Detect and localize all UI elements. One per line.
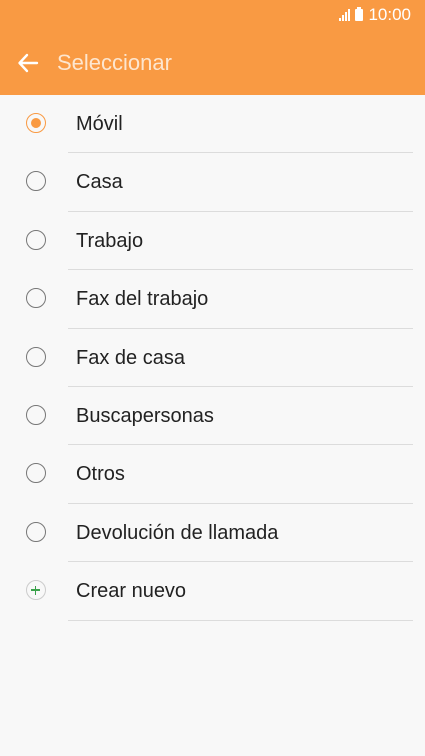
option-label: Fax del trabajo	[76, 288, 209, 311]
option-label: Devolución de llamada	[76, 521, 279, 544]
option-label: Buscapersonas	[76, 404, 214, 427]
option-trabajo[interactable]: Trabajo	[0, 212, 425, 271]
status-time: 10:00	[368, 5, 411, 24]
option-fax-de-casa[interactable]: Fax de casa	[0, 329, 425, 387]
option-movil[interactable]: Móvil	[0, 95, 425, 154]
battery-icon	[355, 7, 364, 21]
radio-button[interactable]	[26, 521, 46, 542]
option-casa[interactable]: Casa	[0, 153, 425, 212]
radio-button[interactable]	[26, 229, 46, 250]
divider	[68, 619, 413, 621]
option-label: Trabajo	[76, 229, 144, 252]
signal-icon	[339, 9, 351, 21]
radio-button[interactable]	[26, 404, 46, 425]
plus-icon	[26, 580, 46, 601]
radio-button[interactable]	[26, 346, 46, 367]
create-new-label: Crear nuevo	[76, 580, 187, 603]
radio-button[interactable]	[26, 288, 46, 309]
option-list: Móvil Casa Trabajo Fax del trabajo Fax d…	[0, 95, 425, 621]
radio-button[interactable]	[26, 463, 46, 484]
option-label: Móvil	[76, 113, 123, 135]
arrow-back-icon	[18, 53, 39, 72]
radio-button-checked[interactable]	[26, 113, 46, 133]
status-icons: 10:00	[339, 5, 411, 25]
option-buscapersonas[interactable]: Buscapersonas	[0, 387, 425, 446]
option-label: Fax de casa	[76, 346, 185, 369]
option-fax-del-trabajo[interactable]: Fax del trabajo	[0, 270, 425, 329]
app-bar: Seleccionar	[0, 30, 425, 95]
option-otros[interactable]: Otros	[0, 445, 425, 504]
radio-button[interactable]	[26, 171, 46, 192]
page-title: Seleccionar	[57, 49, 172, 75]
status-bar: 10:00	[0, 0, 425, 30]
option-label: Otros	[76, 463, 125, 486]
option-devolucion-de-llamada[interactable]: Devolución de llamada	[0, 504, 425, 563]
option-label: Casa	[76, 171, 123, 194]
create-new-button[interactable]: Crear nuevo	[0, 562, 425, 621]
back-button[interactable]	[0, 30, 56, 95]
